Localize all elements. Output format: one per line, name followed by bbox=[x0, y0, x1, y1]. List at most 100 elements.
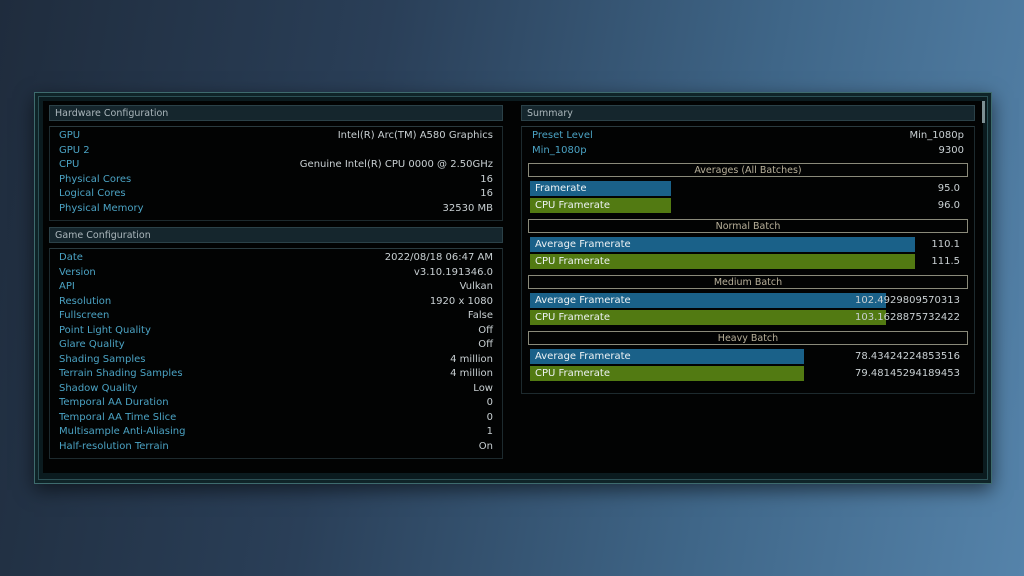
config-key: Half-resolution Terrain bbox=[59, 440, 169, 452]
config-row: Temporal AA Duration 0 bbox=[59, 396, 493, 411]
bar-row: Average Framerate 102.4929809570313 bbox=[526, 293, 970, 309]
config-key: Temporal AA Duration bbox=[59, 397, 169, 408]
config-value: 32530 MB bbox=[442, 202, 493, 214]
bar-row: CPU Framerate 103.1628875732422 bbox=[526, 310, 970, 326]
bar-label: Average Framerate bbox=[535, 295, 631, 306]
config-value: 1920 x 1080 bbox=[429, 295, 493, 307]
config-row: Physical Memory 32530 MB bbox=[59, 202, 493, 217]
config-key: Min_1080p bbox=[532, 144, 587, 156]
bar-row: CPU Framerate 96.0 bbox=[526, 198, 970, 214]
benchmark-results-window: Hardware Configuration GPU Intel(R) Arc(T… bbox=[34, 92, 992, 484]
config-row: Date 2022/08/18 06:47 AM bbox=[59, 251, 493, 266]
config-key: GPU 2 bbox=[59, 144, 90, 156]
bar-value: 95.0 bbox=[937, 183, 960, 194]
bar-row: CPU Framerate 79.48145294189453 bbox=[526, 366, 970, 382]
hardware-config-table: GPU Intel(R) Arc(TM) A580 Graphics GPU 2 CP… bbox=[49, 126, 503, 221]
config-value: Intel(R) Arc(TM) A580 Graphics bbox=[337, 130, 493, 141]
config-row: Min_1080p 9300 bbox=[532, 144, 964, 159]
config-value: On bbox=[478, 440, 493, 452]
config-value: Genuine Intel(R) CPU 0000 @ 2.50GHz bbox=[299, 159, 493, 170]
config-key: Multisample Anti-Aliasing bbox=[59, 426, 186, 437]
config-key: Logical Cores bbox=[59, 188, 126, 199]
left-column: Hardware Configuration GPU Intel(R) Arc(T… bbox=[49, 105, 503, 459]
game-config-header: Game Configuration bbox=[49, 227, 503, 243]
config-row: GPU Intel(R) Arc(TM) A580 Graphics bbox=[59, 129, 493, 144]
config-key: Shadow Quality bbox=[59, 382, 138, 394]
config-value: 16 bbox=[480, 188, 493, 199]
config-key: Fullscreen bbox=[59, 310, 110, 321]
batch-bars: Average Framerate 78.43424224853516 CPU Fr… bbox=[526, 349, 970, 382]
config-row: Point Light Quality Off bbox=[59, 324, 493, 339]
config-key: Physical Cores bbox=[59, 173, 132, 185]
results-panel: Hardware Configuration GPU Intel(R) Arc(T… bbox=[43, 101, 985, 473]
bar-label: CPU Framerate bbox=[535, 200, 610, 211]
config-value: 9300 bbox=[938, 144, 964, 156]
config-key: GPU bbox=[59, 130, 81, 141]
bar-label: CPU Framerate bbox=[535, 312, 610, 323]
config-row: Resolution 1920 x 1080 bbox=[59, 295, 493, 310]
config-key: Terrain Shading Samples bbox=[59, 368, 183, 379]
config-value: 0 bbox=[486, 397, 493, 408]
bar-row: CPU Framerate 111.5 bbox=[526, 254, 970, 270]
bar-value: 103.1628875732422 bbox=[855, 312, 960, 323]
scrollbar-thumb[interactable] bbox=[982, 101, 985, 123]
config-row: GPU 2 bbox=[59, 144, 493, 159]
config-row: Fullscreen False bbox=[59, 309, 493, 324]
config-value: Off bbox=[478, 339, 493, 350]
batch-bars: Average Framerate 102.4929809570313 CPU Fr… bbox=[526, 293, 970, 326]
batch-results: Averages (All Batches) Framerate 95.0 CPU F… bbox=[526, 163, 970, 382]
config-value: False bbox=[467, 310, 493, 321]
batch-title: Averages (All Batches) bbox=[528, 163, 968, 177]
config-row: Multisample Anti-Aliasing 1 bbox=[59, 425, 493, 440]
config-row: Version v3.10.191346.0 bbox=[59, 266, 493, 281]
config-value: v3.10.191346.0 bbox=[413, 266, 493, 278]
hardware-config-header: Hardware Configuration bbox=[49, 105, 503, 121]
batch-bars: Framerate 95.0 CPU Framerate 96.0 bbox=[526, 181, 970, 214]
summary-table: Preset Level Min_1080p Min_1080p 9300 bbox=[526, 129, 970, 158]
config-row: Glare Quality Off bbox=[59, 338, 493, 353]
config-row: Physical Cores 16 bbox=[59, 173, 493, 188]
bar-label: Average Framerate bbox=[535, 351, 631, 362]
bar-value: 102.4929809570313 bbox=[855, 295, 960, 306]
config-key: Date bbox=[59, 252, 83, 263]
config-value: Min_1080p bbox=[909, 130, 964, 141]
config-key: Point Light Quality bbox=[59, 324, 151, 336]
config-value: 4 million bbox=[450, 353, 493, 365]
batch-title: Heavy Batch bbox=[528, 331, 968, 345]
config-value: 0 bbox=[486, 411, 493, 423]
bar-row: Framerate 95.0 bbox=[526, 181, 970, 197]
config-value: 2022/08/18 06:47 AM bbox=[384, 252, 493, 263]
batch-title: Medium Batch bbox=[528, 275, 968, 289]
config-row: Half-resolution Terrain On bbox=[59, 440, 493, 455]
config-value: Low bbox=[473, 382, 493, 394]
summary-panel: Preset Level Min_1080p Min_1080p 9300 Avera… bbox=[521, 126, 975, 394]
config-value: 4 million bbox=[450, 368, 493, 379]
config-key: Shading Samples bbox=[59, 353, 146, 365]
bar-value: 110.1 bbox=[931, 239, 960, 250]
bar-value: 79.48145294189453 bbox=[855, 368, 960, 379]
config-key: Version bbox=[59, 266, 96, 278]
game-config-table: Date 2022/08/18 06:47 AM Version v3.10.1913… bbox=[49, 248, 503, 459]
bar-label: Framerate bbox=[535, 183, 587, 194]
bar-row: Average Framerate 78.43424224853516 bbox=[526, 349, 970, 365]
batch-bars: Average Framerate 110.1 CPU Framerate 111.5 bbox=[526, 237, 970, 270]
config-row: Shading Samples 4 million bbox=[59, 353, 493, 368]
right-column: Summary Preset Level Min_1080p Min_1080p 93… bbox=[521, 105, 975, 394]
config-value: 16 bbox=[480, 173, 493, 185]
config-row: Terrain Shading Samples 4 million bbox=[59, 367, 493, 382]
config-row: Temporal AA Time Slice 0 bbox=[59, 411, 493, 426]
config-row: Logical Cores 16 bbox=[59, 187, 493, 202]
bar-value: 96.0 bbox=[937, 200, 960, 211]
config-row: Shadow Quality Low bbox=[59, 382, 493, 397]
bar-value: 78.43424224853516 bbox=[855, 351, 960, 362]
bar-label: CPU Framerate bbox=[535, 256, 610, 267]
config-key: Physical Memory bbox=[59, 202, 144, 214]
summary-header: Summary bbox=[521, 105, 975, 121]
bar-value: 111.5 bbox=[931, 256, 960, 267]
bar-label: CPU Framerate bbox=[535, 368, 610, 379]
config-key: CPU bbox=[59, 159, 80, 170]
bar-row: Average Framerate 110.1 bbox=[526, 237, 970, 253]
config-key: Resolution bbox=[59, 295, 112, 307]
config-value: 1 bbox=[486, 426, 493, 437]
config-row: API Vulkan bbox=[59, 280, 493, 295]
